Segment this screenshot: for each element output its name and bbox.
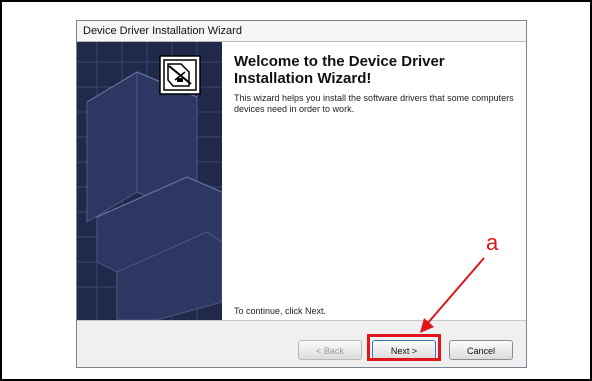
annotation-arrow [420,257,485,333]
